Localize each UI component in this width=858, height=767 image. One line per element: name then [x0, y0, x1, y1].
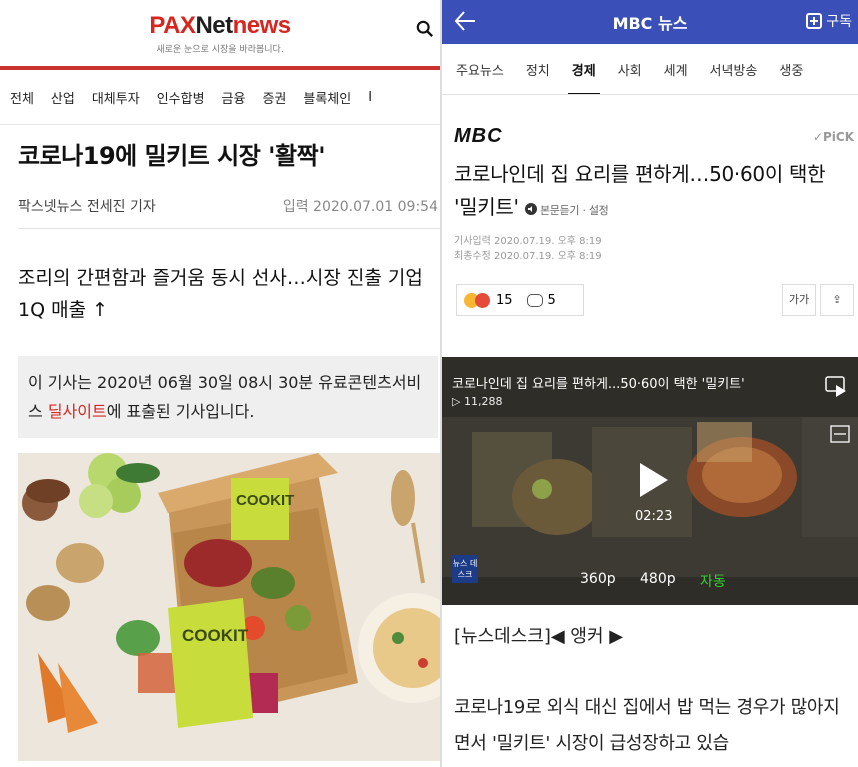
nav-item[interactable]: I: [368, 90, 372, 105]
video-title: 코로나인데 집 요리를 편하게...50·60이 택한 '밀키트': [452, 377, 745, 392]
font-size-button[interactable]: 가가: [782, 284, 816, 316]
cast-icon[interactable]: [824, 375, 850, 399]
video-views: ▷ 11,288: [452, 395, 503, 408]
nav-item[interactable]: 전체: [10, 88, 34, 107]
headline-text: 코로나인데 집 요리를 편하게…50·60이 택한 '밀키트': [454, 162, 826, 219]
pick-badge[interactable]: ✓PiCK: [813, 130, 854, 144]
tab-economy[interactable]: 경제: [567, 60, 600, 94]
angry-emoji-icon: [475, 292, 490, 308]
anchor-label: [뉴스데스크]◀ 앵커 ▶: [454, 626, 624, 647]
updated-time: 최종수정 2020.07.19. 오후 8:19: [454, 251, 602, 262]
paxnet-header: PAXNetnews 새로운 눈으로 시장을 바라봅니다.: [0, 0, 440, 70]
tab-politics[interactable]: 정치: [526, 60, 550, 79]
play-icon[interactable]: [640, 463, 668, 497]
divider: [18, 228, 440, 229]
article-meta: 기사입력 2020.07.19. 오후 8:19 최종수정 2020.07.19…: [454, 234, 602, 264]
comment-icon: [526, 293, 543, 307]
byline: 팍스넷뉴스 전세진 기자: [18, 199, 156, 215]
share-button[interactable]: ⇪: [820, 284, 854, 316]
reaction-count: 15: [496, 292, 513, 308]
dealsite-link[interactable]: 딜사이트: [48, 402, 107, 421]
mealkit-illustration: COOKIT COOKIT: [18, 453, 440, 761]
mbc-header: MBC 뉴스 구독: [442, 0, 858, 44]
article-subtitle: 조리의 간편함과 즐거움 동시 선사…시장 진출 기업 1Q 매출 ↑: [18, 267, 423, 321]
video-duration: 02:23: [635, 509, 673, 524]
paxnet-logo[interactable]: PAXNetnews: [0, 12, 440, 40]
tab-main[interactable]: 주요뉴스: [456, 60, 504, 79]
logo-pax: PAX: [149, 12, 196, 39]
article-body: 코로나19로 외식 대신 집에서 밥 먹는 경우가 많아지면서 '밀키트' 시장…: [454, 697, 840, 754]
mbc-panel: MBC 뉴스 구독 주요뉴스 정치 경제 사회 세계 서녁방송 생중 MBC ✓…: [442, 0, 858, 767]
quality-auto[interactable]: 자동: [700, 571, 726, 591]
video-player[interactable]: 코로나인데 집 요리를 편하게...50·60이 택한 '밀키트' ▷ 11,2…: [442, 357, 858, 605]
quality-480p[interactable]: 480p: [640, 571, 676, 587]
posted-time: 기사입력 2020.07.19. 오후 8:19: [454, 236, 602, 247]
press-logo[interactable]: MBC: [454, 125, 503, 148]
nav-item[interactable]: 산업: [51, 88, 75, 107]
nav-item[interactable]: 증권: [262, 88, 286, 107]
cookit-label-bottom: COOKIT: [182, 626, 249, 645]
quality-360p[interactable]: 360p: [580, 571, 616, 587]
tab-live[interactable]: 생중: [779, 60, 803, 79]
tagline: 새로운 눈으로 시장을 바라봅니다.: [156, 45, 284, 55]
tab-society[interactable]: 사회: [618, 60, 642, 79]
cookit-label-top: COOKIT: [236, 492, 294, 509]
publish-date: 입력 2020.07.01 09:54: [282, 199, 438, 215]
nav-item[interactable]: 인수합병: [157, 88, 205, 107]
listen-label: 본문듣기 · 설정: [539, 204, 609, 217]
section-tabs: 주요뉴스 정치 경제 사회 세계 서녁방송 생중: [442, 44, 858, 95]
menu-icon[interactable]: [830, 425, 850, 443]
comment-count: 5: [547, 292, 556, 308]
subscribe-button[interactable]: 구독: [806, 11, 852, 31]
search-icon[interactable]: [416, 20, 434, 38]
listen-button[interactable]: 본문듣기 · 설정: [524, 203, 609, 217]
notice-text-end: 에 표출된 기사입니다.: [106, 402, 255, 421]
subscribe-label: 구독: [826, 14, 852, 30]
reaction-bar[interactable]: 15 5: [456, 284, 584, 316]
nav-item[interactable]: 블록체인: [303, 88, 351, 107]
logo-news: news: [232, 12, 292, 39]
logo-net: Net: [195, 12, 233, 39]
notice-box: 이 기사는 2020년 06월 30일 08시 30분 유료콘텐츠서비스 딜사이…: [18, 356, 438, 438]
nav-item[interactable]: 금융: [222, 88, 246, 107]
tab-broadcast[interactable]: 서녁방송: [710, 60, 758, 79]
speaker-icon: [524, 203, 537, 215]
article-headline: 코로나인데 집 요리를 편하게…50·60이 택한 '밀키트' 본문듣기 · 설…: [454, 158, 854, 227]
channel-title: MBC 뉴스: [612, 14, 688, 33]
plus-icon: [806, 13, 823, 29]
category-nav: 전체 산업 대체투자 인수합병 금융 증권 블록체인 I: [0, 70, 440, 125]
article-image: COOKIT COOKIT: [18, 453, 440, 761]
tab-world[interactable]: 세계: [664, 60, 688, 79]
paxnet-panel: PAXNetnews 새로운 눈으로 시장을 바라봅니다. 전체 산업 대체투자…: [0, 0, 440, 767]
newsdesk-badge: 뉴스 데스크: [452, 555, 478, 583]
article-title: 코로나19에 밀키트 시장 '활짝': [18, 142, 326, 170]
nav-item[interactable]: 대체투자: [92, 88, 140, 107]
